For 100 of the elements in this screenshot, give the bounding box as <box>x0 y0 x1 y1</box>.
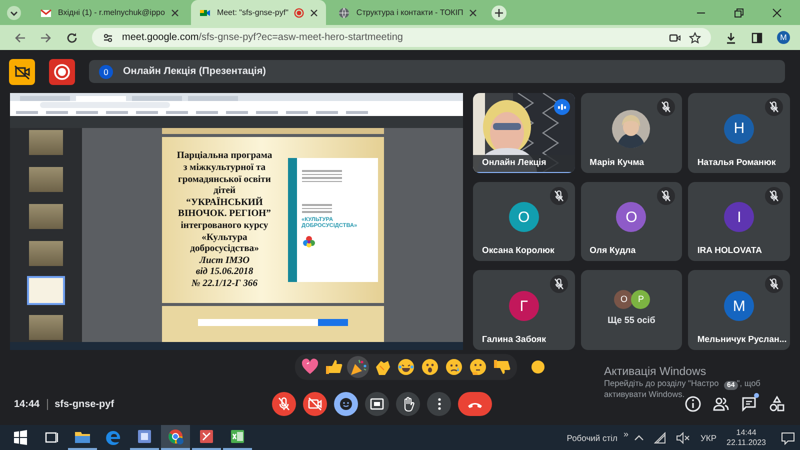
phone-icon <box>468 400 482 408</box>
windows-logo-icon <box>12 429 29 446</box>
party-popper-icon <box>349 358 367 376</box>
slide-text: з міжкультурної та <box>183 162 266 174</box>
back-icon[interactable] <box>14 32 26 44</box>
record-icon[interactable] <box>49 58 75 84</box>
slide-thumbnail[interactable] <box>29 130 63 155</box>
slide-thumbnail[interactable] <box>29 241 63 266</box>
close-icon[interactable] <box>310 8 318 16</box>
spreadsheet-icon <box>229 428 246 445</box>
reaction-button[interactable] <box>347 356 369 378</box>
document-app-icon <box>198 428 215 445</box>
activation-title: Активація Windows <box>604 366 708 378</box>
camera-icon[interactable] <box>669 32 681 44</box>
desktop-toolbar-label[interactable]: Робочий стіл <box>566 432 618 442</box>
tab-search-icon[interactable] <box>6 4 22 20</box>
crying-face-icon <box>445 358 463 376</box>
chat-icon[interactable] <box>740 395 758 413</box>
slide-text: громадянської освіти <box>178 174 271 186</box>
laughing-face-icon <box>397 358 415 376</box>
participant-name: Мельничук Руслан... <box>697 334 787 344</box>
profile-avatar[interactable]: M <box>777 31 790 44</box>
avatar: Г <box>508 291 539 322</box>
flower-icon <box>302 234 316 248</box>
url-text: meet.google.com/sfs-gnse-pyf?ec=asw-meet-hero-startmeeting <box>122 32 403 43</box>
participant-name: Марія Кучма <box>590 156 644 167</box>
close-icon[interactable] <box>170 8 179 16</box>
avatar: Р <box>631 290 650 309</box>
star-icon[interactable] <box>689 32 701 44</box>
site-settings-icon[interactable] <box>102 32 114 44</box>
thumbs-up-icon <box>325 358 343 376</box>
chevron-up-icon[interactable] <box>634 432 644 442</box>
address-bar[interactable]: meet.google.com/sfs-gnse-pyf?ec=asw-meet-hero-startmeeting <box>92 28 711 47</box>
slide-text: Лист ІМЗО <box>199 254 250 266</box>
control-button[interactable] <box>272 392 296 416</box>
taskbar-button[interactable] <box>161 425 190 450</box>
control-button[interactable] <box>334 392 358 416</box>
mail-icon <box>40 6 52 18</box>
reload-icon[interactable] <box>66 32 78 44</box>
activation-text: активувати Windows. <box>604 389 686 400</box>
slide-thumbnail[interactable] <box>29 167 63 192</box>
participant-name: Наталья Романюк <box>697 156 776 167</box>
slide-text: інтегрованого курсу <box>180 220 268 232</box>
more-icon <box>438 398 440 410</box>
camera-off-icon <box>306 395 324 413</box>
skin-tone-icon[interactable] <box>531 360 545 374</box>
participant-name: Оля Кудла <box>590 245 636 256</box>
new-tab-icon[interactable] <box>491 4 508 20</box>
side-panel-icon[interactable] <box>751 32 763 44</box>
control-button[interactable] <box>303 392 327 416</box>
globe-icon <box>338 6 350 18</box>
language-indicator[interactable]: УКР <box>700 432 717 442</box>
speaking-icon <box>554 99 570 115</box>
shapes-icon[interactable] <box>768 395 786 413</box>
browser-tab[interactable]: Meet: "sfs-gnse-pyf" <box>190 0 326 25</box>
window-app-icon <box>136 428 153 445</box>
meeting-code: sfs-gnse-pyf <box>54 398 114 410</box>
camera-off-icon[interactable] <box>9 58 35 84</box>
browser-tab[interactable]: Вхідні (1) - r.melnychuk@ippo <box>32 0 187 25</box>
slide-text: ВІНОЧОК. РЕГІОН” <box>178 208 271 220</box>
network-icon[interactable] <box>654 432 666 444</box>
avatar: I <box>724 202 754 232</box>
avatar: О <box>616 202 646 232</box>
browser-tab[interactable]: Структура і контакти - ТОКІП <box>330 0 486 25</box>
restore-icon[interactable] <box>734 8 744 18</box>
leave-call-button[interactable] <box>458 392 492 416</box>
close-icon[interactable] <box>469 8 478 16</box>
info-icon[interactable] <box>684 395 702 413</box>
edge-browser-icon <box>105 429 122 446</box>
forward-icon[interactable] <box>40 32 52 44</box>
chrome-browser-icon <box>167 428 184 445</box>
download-icon[interactable] <box>725 32 737 44</box>
slide-text: Парціальна програма <box>176 150 272 162</box>
activation-text: ", щоб <box>736 378 760 389</box>
slide-thumbnail[interactable] <box>29 204 63 229</box>
avatar: Н <box>724 114 754 144</box>
speaker-muted-icon[interactable] <box>676 432 690 444</box>
surprised-face-icon <box>421 358 439 376</box>
participant-name: Галина Забояк <box>482 334 546 344</box>
control-button[interactable] <box>365 392 389 416</box>
control-button[interactable] <box>427 392 451 416</box>
slide-thumbnail[interactable] <box>29 315 63 340</box>
participant-name: Онлайн Лекція <box>482 156 546 167</box>
slide-text: від 15.06.2018 <box>196 266 254 278</box>
people-icon[interactable] <box>712 395 730 413</box>
slide-thumbnail[interactable] <box>29 278 63 303</box>
thumbs-down-icon <box>493 358 511 376</box>
meeting-title: Онлайн Лекція (Презентація) <box>123 66 266 77</box>
control-button[interactable] <box>396 392 420 416</box>
thinking-face-icon <box>469 358 487 376</box>
smiley-icon <box>337 395 355 413</box>
clock-time[interactable]: 14:44 <box>736 428 756 438</box>
notification-icon[interactable] <box>781 430 795 444</box>
overflow-chevron[interactable]: » <box>624 428 629 438</box>
activation-text: Перейдіть до розділу "Настро <box>604 378 719 389</box>
slide-text: «Культура <box>202 232 248 244</box>
slide-text: “УКРАЇНСЬКИЙ <box>186 196 263 208</box>
avatar: М <box>724 291 754 322</box>
close-icon[interactable] <box>772 8 782 18</box>
clock-date[interactable]: 22.11.2023 <box>726 438 766 448</box>
